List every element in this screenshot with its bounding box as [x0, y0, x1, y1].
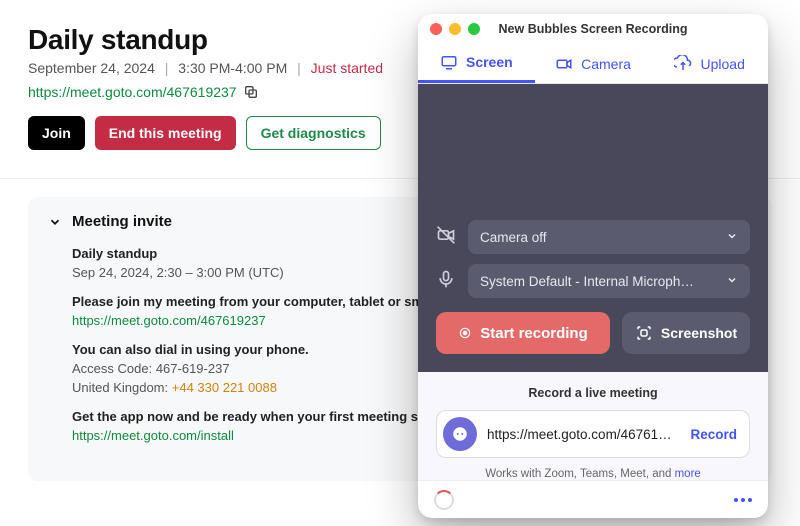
tab-camera-label: Camera [581, 56, 631, 72]
access-code-label: Access Code: [72, 361, 152, 376]
recorder-footer [418, 480, 768, 518]
chevron-down-icon [726, 274, 738, 286]
window-title: New Bubbles Screen Recording [499, 22, 688, 36]
minimize-dot[interactable] [449, 23, 461, 35]
meeting-time: 3:30 PM-4:00 PM [178, 60, 287, 76]
camera-select[interactable]: Camera off [468, 220, 750, 254]
record-live-button[interactable]: Record [686, 427, 741, 442]
copy-icon[interactable] [243, 84, 259, 100]
bubbles-logo-icon [443, 417, 477, 451]
preview-area: Camera off System Default - Internal Mic… [418, 84, 768, 372]
works-with: Works with Zoom, Teams, Meet, and more [436, 468, 750, 480]
zoom-dot[interactable] [468, 23, 480, 35]
dial-in-number[interactable]: +44 330 221 0088 [172, 380, 277, 395]
access-code-value: 467-619-237 [156, 361, 230, 376]
tab-camera[interactable]: Camera [535, 44, 652, 83]
screenshot-button[interactable]: Screenshot [622, 312, 750, 354]
invite-header: Meeting invite [72, 213, 172, 230]
chevron-down-icon [48, 215, 62, 229]
camera-off-icon [436, 225, 456, 250]
close-dot[interactable] [430, 23, 442, 35]
camera-select-value: Camera off [480, 230, 547, 245]
screenshot-icon [635, 324, 653, 342]
mic-select-value: System Default - Internal Microphone (Bu… [480, 274, 700, 289]
tab-screen-label: Screen [466, 54, 513, 70]
mic-control-row: System Default - Internal Microphone (Bu… [436, 264, 750, 298]
works-with-more-link[interactable]: more [675, 468, 701, 480]
country-label: United Kingdom: [72, 380, 168, 395]
live-meeting-panel: Record a live meeting Record Works with … [418, 372, 768, 480]
start-recording-label: Start recording [480, 325, 588, 342]
chevron-down-icon [726, 230, 738, 242]
traffic-lights [430, 23, 480, 35]
live-meeting-url-input[interactable] [487, 427, 676, 442]
end-meeting-button[interactable]: End this meeting [95, 116, 236, 150]
separator: | [297, 60, 301, 76]
meeting-url[interactable]: https://meet.goto.com/467619237 [28, 84, 237, 100]
microphone-icon [436, 269, 456, 294]
upload-icon [674, 55, 692, 73]
loading-spinner-icon [434, 490, 454, 510]
camera-control-row: Camera off [436, 220, 750, 254]
recorder-window: New Bubbles Screen Recording Screen Came… [418, 14, 768, 518]
record-icon [458, 326, 472, 340]
more-menu-button[interactable] [734, 498, 752, 502]
screen-icon [440, 53, 458, 71]
action-row: Start recording Screenshot [436, 312, 750, 354]
works-with-text: Works with Zoom, Teams, Meet, and [485, 468, 674, 480]
titlebar: New Bubbles Screen Recording [418, 14, 768, 44]
recorder-tabs: Screen Camera Upload [418, 44, 768, 84]
camera-icon [555, 55, 573, 73]
screenshot-label: Screenshot [661, 325, 737, 341]
get-diagnostics-button[interactable]: Get diagnostics [246, 116, 381, 150]
tab-upload-label: Upload [700, 56, 744, 72]
separator: | [165, 60, 169, 76]
join-button[interactable]: Join [28, 116, 85, 150]
meeting-date: September 24, 2024 [28, 60, 155, 76]
meeting-status: Just started [311, 60, 383, 76]
start-recording-button[interactable]: Start recording [436, 312, 610, 354]
tab-upload[interactable]: Upload [651, 44, 768, 83]
mic-select[interactable]: System Default - Internal Microphone (Bu… [468, 264, 750, 298]
live-meeting-title: Record a live meeting [436, 386, 750, 400]
live-meeting-row: Record [436, 410, 750, 458]
tab-screen[interactable]: Screen [418, 44, 535, 83]
